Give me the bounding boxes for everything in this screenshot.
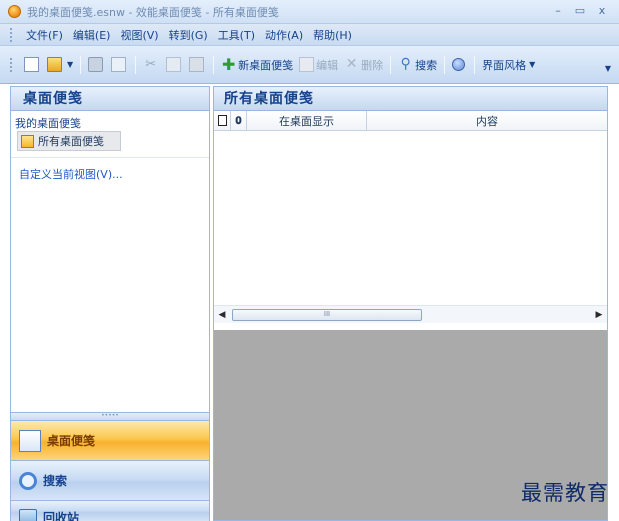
cut-button[interactable]: ✂ bbox=[140, 55, 163, 75]
toolbar-separator bbox=[390, 55, 392, 74]
nav-splitter[interactable]: ••••• bbox=[11, 412, 209, 420]
edit-icon bbox=[299, 57, 315, 72]
chevron-down-icon: ▼ bbox=[67, 60, 74, 69]
menu-edit[interactable]: 编辑(E) bbox=[68, 27, 116, 43]
content-pane-header: 所有桌面便笺 bbox=[214, 87, 607, 111]
app-icon bbox=[8, 5, 21, 18]
nav-section-title: 我的桌面便笺 bbox=[15, 117, 81, 130]
toolbar-separator bbox=[213, 55, 215, 74]
print-button[interactable] bbox=[85, 55, 108, 75]
column-header-icon[interactable] bbox=[214, 111, 231, 130]
notes-icon bbox=[19, 429, 41, 452]
toolbar-separator bbox=[474, 55, 476, 74]
maximize-button[interactable]: ▭ bbox=[571, 3, 589, 19]
attachment-icon: 𝟎 bbox=[235, 113, 242, 127]
window-title: 我的桌面便笺.esnw - 效能桌面便笺 - 所有桌面便笺 bbox=[27, 5, 279, 19]
window-controls: – ▭ x bbox=[549, 3, 611, 19]
paste-button[interactable] bbox=[186, 55, 209, 75]
horizontal-scrollbar[interactable]: ◀ III ▶ bbox=[214, 305, 607, 323]
delete-label: 删除 bbox=[361, 58, 384, 72]
menu-help[interactable]: 帮助(H) bbox=[308, 27, 357, 43]
menu-goto[interactable]: 转到(G) bbox=[164, 27, 213, 43]
nav-button-search[interactable]: 搜索 bbox=[11, 460, 209, 500]
menu-tools[interactable]: 工具(T) bbox=[213, 27, 260, 43]
print-preview-button[interactable] bbox=[108, 55, 131, 75]
delete-button[interactable]: ✕ 删除 bbox=[341, 55, 386, 75]
toolbar-grip[interactable] bbox=[10, 57, 13, 72]
help-button[interactable] bbox=[449, 55, 470, 75]
toolbar-separator bbox=[444, 55, 446, 74]
new-file-icon bbox=[24, 57, 39, 72]
note-icon bbox=[21, 134, 34, 148]
nav-pane-header: 桌面便笺 bbox=[11, 87, 209, 111]
search-label: 搜索 bbox=[415, 58, 438, 72]
toolbar-overflow-icon[interactable]: ▼ bbox=[605, 64, 611, 73]
menu-file[interactable]: 文件(F) bbox=[21, 27, 68, 43]
scissors-icon: ✂ bbox=[145, 57, 157, 72]
watermark-text: 最需教育 bbox=[521, 481, 609, 505]
toolbar: ▼ ✂ ✚ 新桌面便笺 编辑 ✕ 删除 ⚲ 搜索 界面风格 ▼ ▼ bbox=[0, 46, 619, 84]
open-button[interactable]: ▼ bbox=[44, 55, 76, 75]
nav-button-label: 桌面便笺 bbox=[47, 434, 96, 448]
document-icon bbox=[217, 115, 227, 126]
plus-icon: ✚ bbox=[221, 55, 236, 74]
edit-button[interactable]: 编辑 bbox=[296, 55, 341, 75]
new-note-button[interactable]: ✚ 新桌面便笺 bbox=[218, 55, 296, 75]
nav-button-notes[interactable]: 桌面便笺 bbox=[11, 420, 209, 460]
new-file-button[interactable] bbox=[21, 55, 44, 75]
column-header-show-on-desktop[interactable]: 在桌面显示 bbox=[247, 111, 367, 130]
toolbar-separator bbox=[80, 55, 82, 74]
menu-grip[interactable] bbox=[10, 27, 13, 42]
menu-view[interactable]: 视图(V) bbox=[115, 27, 163, 43]
search-button[interactable]: ⚲ 搜索 bbox=[395, 55, 440, 75]
theme-label: 界面风格 bbox=[482, 58, 527, 72]
toolbar-separator bbox=[135, 55, 137, 74]
navigation-pane: 桌面便笺 我的桌面便笺 所有桌面便笺 自定义当前视图(V)... ••••• 桌… bbox=[10, 86, 210, 521]
search-icon: ⚲ bbox=[400, 56, 411, 72]
delete-x-icon: ✕ bbox=[345, 56, 358, 72]
customize-view-link[interactable]: 自定义当前视图(V)... bbox=[11, 158, 209, 182]
menu-bar: 文件(F) 编辑(E) 视图(V) 转到(G) 工具(T) 动作(A) 帮助(H… bbox=[0, 24, 619, 46]
close-button[interactable]: x bbox=[593, 3, 611, 19]
search-icon bbox=[19, 471, 37, 490]
nav-item-all-notes[interactable]: 所有桌面便笺 bbox=[17, 131, 121, 151]
column-header-content[interactable]: 内容 bbox=[367, 111, 607, 130]
open-folder-icon bbox=[47, 57, 62, 72]
paste-icon bbox=[189, 57, 205, 72]
nav-button-label: 搜索 bbox=[43, 474, 68, 488]
chevron-down-icon: ▼ bbox=[529, 60, 536, 69]
edit-label: 编辑 bbox=[316, 58, 339, 72]
scroll-thumb[interactable]: III bbox=[232, 309, 422, 321]
title-bar: 我的桌面便笺.esnw - 效能桌面便笺 - 所有桌面便笺 – ▭ x bbox=[0, 0, 619, 24]
minimize-button[interactable]: – bbox=[549, 3, 567, 19]
copy-button[interactable] bbox=[163, 55, 186, 75]
nav-button-label: 回收站 bbox=[43, 511, 80, 521]
recycle-bin-icon bbox=[19, 509, 37, 521]
scroll-left-icon[interactable]: ◀ bbox=[214, 310, 230, 320]
help-icon bbox=[452, 58, 466, 71]
notes-grid-body[interactable] bbox=[214, 131, 607, 305]
content-pane: 所有桌面便笺 𝟎 在桌面显示 内容 ◀ III ▶ bbox=[213, 86, 608, 521]
menu-actions[interactable]: 动作(A) bbox=[260, 27, 308, 43]
nav-item-label: 所有桌面便笺 bbox=[38, 135, 104, 148]
print-preview-icon bbox=[111, 57, 127, 72]
print-icon bbox=[88, 57, 104, 72]
nav-button-recycle-bin[interactable]: 回收站 bbox=[11, 500, 209, 521]
theme-dropdown[interactable]: 界面风格 ▼ bbox=[479, 55, 538, 75]
grid-header: 𝟎 在桌面显示 内容 bbox=[214, 111, 607, 131]
column-header-attachment[interactable]: 𝟎 bbox=[231, 111, 247, 130]
scroll-right-icon[interactable]: ▶ bbox=[591, 310, 607, 320]
new-note-label: 新桌面便笺 bbox=[238, 58, 294, 72]
copy-icon bbox=[166, 57, 182, 72]
